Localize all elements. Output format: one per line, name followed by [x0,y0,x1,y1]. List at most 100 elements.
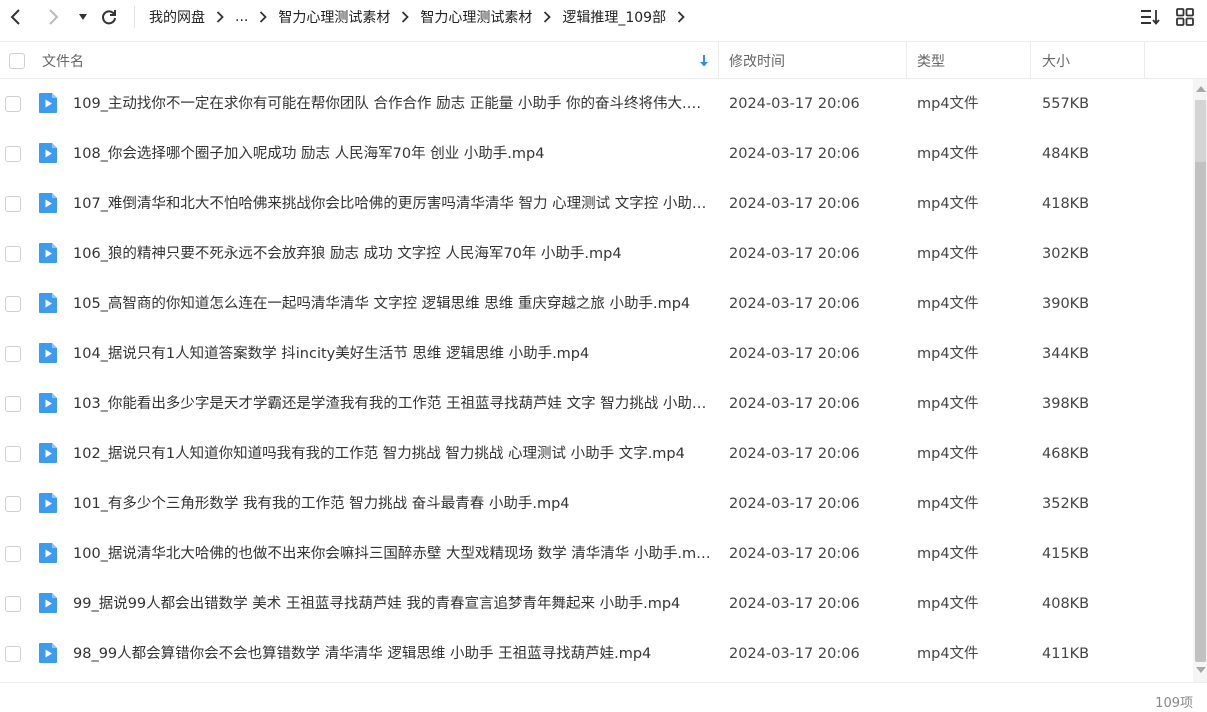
table-row[interactable]: 104_据说只有1人知道答案数学 抖incity美好生活节 思维 逻辑思维 小助… [0,329,1193,379]
breadcrumb-item-root[interactable]: 我的网盘 [149,7,205,27]
caret-down-icon [79,14,87,20]
file-modified: 2024-03-17 20:06 [729,396,860,412]
column-header-modified[interactable]: 修改时间 [729,42,785,79]
column-divider[interactable] [906,42,907,79]
forward-button[interactable] [40,4,66,30]
row-checkbox[interactable] [5,146,21,162]
file-name[interactable]: 103_你能看出多少字是天才学霸还是学渣我有我的工作范 王祖蓝寻找葫芦娃 文字 … [73,379,713,429]
toolbar-divider [134,6,135,28]
row-checkbox[interactable] [5,596,21,612]
file-type: mp4文件 [917,146,979,162]
breadcrumb-item-current[interactable]: 逻辑推理_109部 [562,7,666,27]
video-file-icon [39,343,57,363]
column-divider[interactable] [718,42,719,79]
row-checkbox[interactable] [5,296,21,312]
column-header-name[interactable]: 文件名 [42,42,84,79]
file-size: 390KB [1042,296,1090,312]
file-name[interactable]: 104_据说只有1人知道答案数学 抖incity美好生活节 思维 逻辑思维 小助… [73,329,713,379]
chevron-right-icon [543,11,552,23]
item-count: 109项 [1155,696,1193,711]
file-modified: 2024-03-17 20:06 [729,146,860,162]
row-checkbox[interactable] [5,446,21,462]
file-type: mp4文件 [917,496,979,512]
select-all-checkbox[interactable] [9,42,25,79]
refresh-button[interactable] [96,4,122,30]
table-row[interactable]: 103_你能看出多少字是天才学霸还是学渣我有我的工作范 王祖蓝寻找葫芦娃 文字 … [0,379,1193,429]
table-row[interactable]: 100_据说清华北大哈佛的也做不出来你会嘛抖三国醉赤壁 大型戏精现场 数学 清华… [0,529,1193,579]
checkbox-box[interactable] [9,52,25,69]
table-row[interactable]: 108_你会选择哪个圈子加入呢成功 励志 人民海军70年 创业 小助手.mp4 2… [0,129,1193,179]
scrollbar-thumb-highlight[interactable] [1195,100,1206,162]
column-header: 文件名 修改时间 类型 大小 [0,41,1207,79]
file-type: mp4文件 [917,296,979,312]
column-header-size[interactable]: 大小 [1042,42,1070,79]
chevron-right-icon [677,11,685,23]
file-size: 557KB [1042,96,1090,112]
row-checkbox[interactable] [5,346,21,362]
file-name[interactable]: 98_99人都会算错你会不会也算错数学 清华清华 逻辑思维 小助手 王祖蓝寻找葫… [73,629,713,679]
breadcrumb-item-folder[interactable]: 智力心理测试素材 [278,7,390,27]
top-toolbar: 我的网盘 ... 智力心理测试素材 智力心理测试素材 逻辑推理_109部 [0,0,1207,34]
video-file-icon [39,643,57,663]
row-checkbox[interactable] [5,496,21,512]
chevron-right-icon [259,11,268,23]
breadcrumb: 我的网盘 ... 智力心理测试素材 智力心理测试素材 逻辑推理_109部 [149,0,696,34]
file-size: 415KB [1042,546,1090,562]
column-divider[interactable] [1144,42,1145,79]
table-row[interactable]: 109_主动找你不一定在求你有可能在帮你团队 合作合作 励志 正能量 小助手 你… [0,79,1193,129]
refresh-icon [102,10,116,25]
file-type: mp4文件 [917,196,979,212]
grid-view-icon [1176,8,1194,26]
file-type: mp4文件 [917,246,979,262]
table-row[interactable]: 105_高智商的你知道怎么连在一起吗清华清华 文字控 逻辑思维 思维 重庆穿越之… [0,279,1193,329]
row-checkbox[interactable] [5,96,21,112]
file-name[interactable]: 100_据说清华北大哈佛的也做不出来你会嘛抖三国醉赤壁 大型戏精现场 数学 清华… [73,529,713,579]
file-name[interactable]: 99_据说99人都会出错数学 美术 王祖蓝寻找葫芦娃 我的青春宣言追梦青年舞起来… [73,579,713,629]
sort-order-button[interactable] [1139,6,1161,28]
file-size: 352KB [1042,496,1090,512]
row-checkbox[interactable] [5,646,21,662]
file-name[interactable]: 107_难倒清华和北大不怕哈佛来挑战你会比哈佛的更厉害吗清华清华 智力 心理测试… [73,179,713,229]
table-row[interactable]: 99_据说99人都会出错数学 美术 王祖蓝寻找葫芦娃 我的青春宣言追梦青年舞起来… [0,579,1193,629]
file-name[interactable]: 109_主动找你不一定在求你有可能在帮你团队 合作合作 励志 正能量 小助手 你… [73,79,713,129]
file-type: mp4文件 [917,96,979,112]
file-name[interactable]: 105_高智商的你知道怎么连在一起吗清华清华 文字控 逻辑思维 思维 重庆穿越之… [73,279,713,329]
scroll-up-arrow-icon[interactable] [1196,86,1206,92]
scroll-down-arrow-icon[interactable] [1196,667,1206,673]
file-name[interactable]: 108_你会选择哪个圈子加入呢成功 励志 人民海军70年 创业 小助手.mp4 [73,129,713,179]
chevron-right-icon [49,9,59,25]
row-checkbox[interactable] [5,396,21,412]
table-row[interactable]: 106_狼的精神只要不死永远不会放弃狼 励志 成功 文字控 人民海军70年 小助… [0,229,1193,279]
file-name[interactable]: 101_有多少个三角形数学 我有我的工作范 智力挑战 奋斗最青春 小助手.mp4 [73,479,713,529]
chevron-right-icon [401,11,410,23]
table-row[interactable]: 101_有多少个三角形数学 我有我的工作范 智力挑战 奋斗最青春 小助手.mp4… [0,479,1193,529]
file-modified: 2024-03-17 20:06 [729,496,860,512]
table-row[interactable]: 107_难倒清华和北大不怕哈佛来挑战你会比哈佛的更厉害吗清华清华 智力 心理测试… [0,179,1193,229]
file-size: 411KB [1042,646,1090,662]
breadcrumb-item-ellipsis[interactable]: ... [235,9,248,25]
file-name[interactable]: 106_狼的精神只要不死永远不会放弃狼 励志 成功 文字控 人民海军70年 小助… [73,229,713,279]
row-checkbox[interactable] [5,246,21,262]
video-file-icon [39,443,57,463]
row-checkbox[interactable] [5,546,21,562]
video-file-icon [39,243,57,263]
file-name[interactable]: 102_据说只有1人知道你知道吗我有我的工作范 智力挑战 智力挑战 心理测试 小… [73,429,713,479]
back-button[interactable] [3,4,29,30]
file-modified: 2024-03-17 20:06 [729,196,860,212]
video-file-icon [39,93,57,113]
sort-desc-icon[interactable] [699,42,709,79]
grid-view-button[interactable] [1174,6,1196,28]
table-row[interactable]: 98_99人都会算错你会不会也算错数学 清华清华 逻辑思维 小助手 王祖蓝寻找葫… [0,629,1193,679]
file-modified: 2024-03-17 20:06 [729,446,860,462]
table-row[interactable]: 102_据说只有1人知道你知道吗我有我的工作范 智力挑战 智力挑战 心理测试 小… [0,429,1193,479]
scrollbar-thumb[interactable] [1195,100,1206,662]
file-type: mp4文件 [917,646,979,662]
history-dropdown-button[interactable] [70,4,96,30]
column-divider[interactable] [1030,42,1031,79]
column-header-type[interactable]: 类型 [917,42,945,79]
file-size: 418KB [1042,196,1090,212]
file-modified: 2024-03-17 20:06 [729,296,860,312]
row-checkbox[interactable] [5,196,21,212]
chevron-left-icon [10,9,20,25]
breadcrumb-item-folder[interactable]: 智力心理测试素材 [420,7,532,27]
